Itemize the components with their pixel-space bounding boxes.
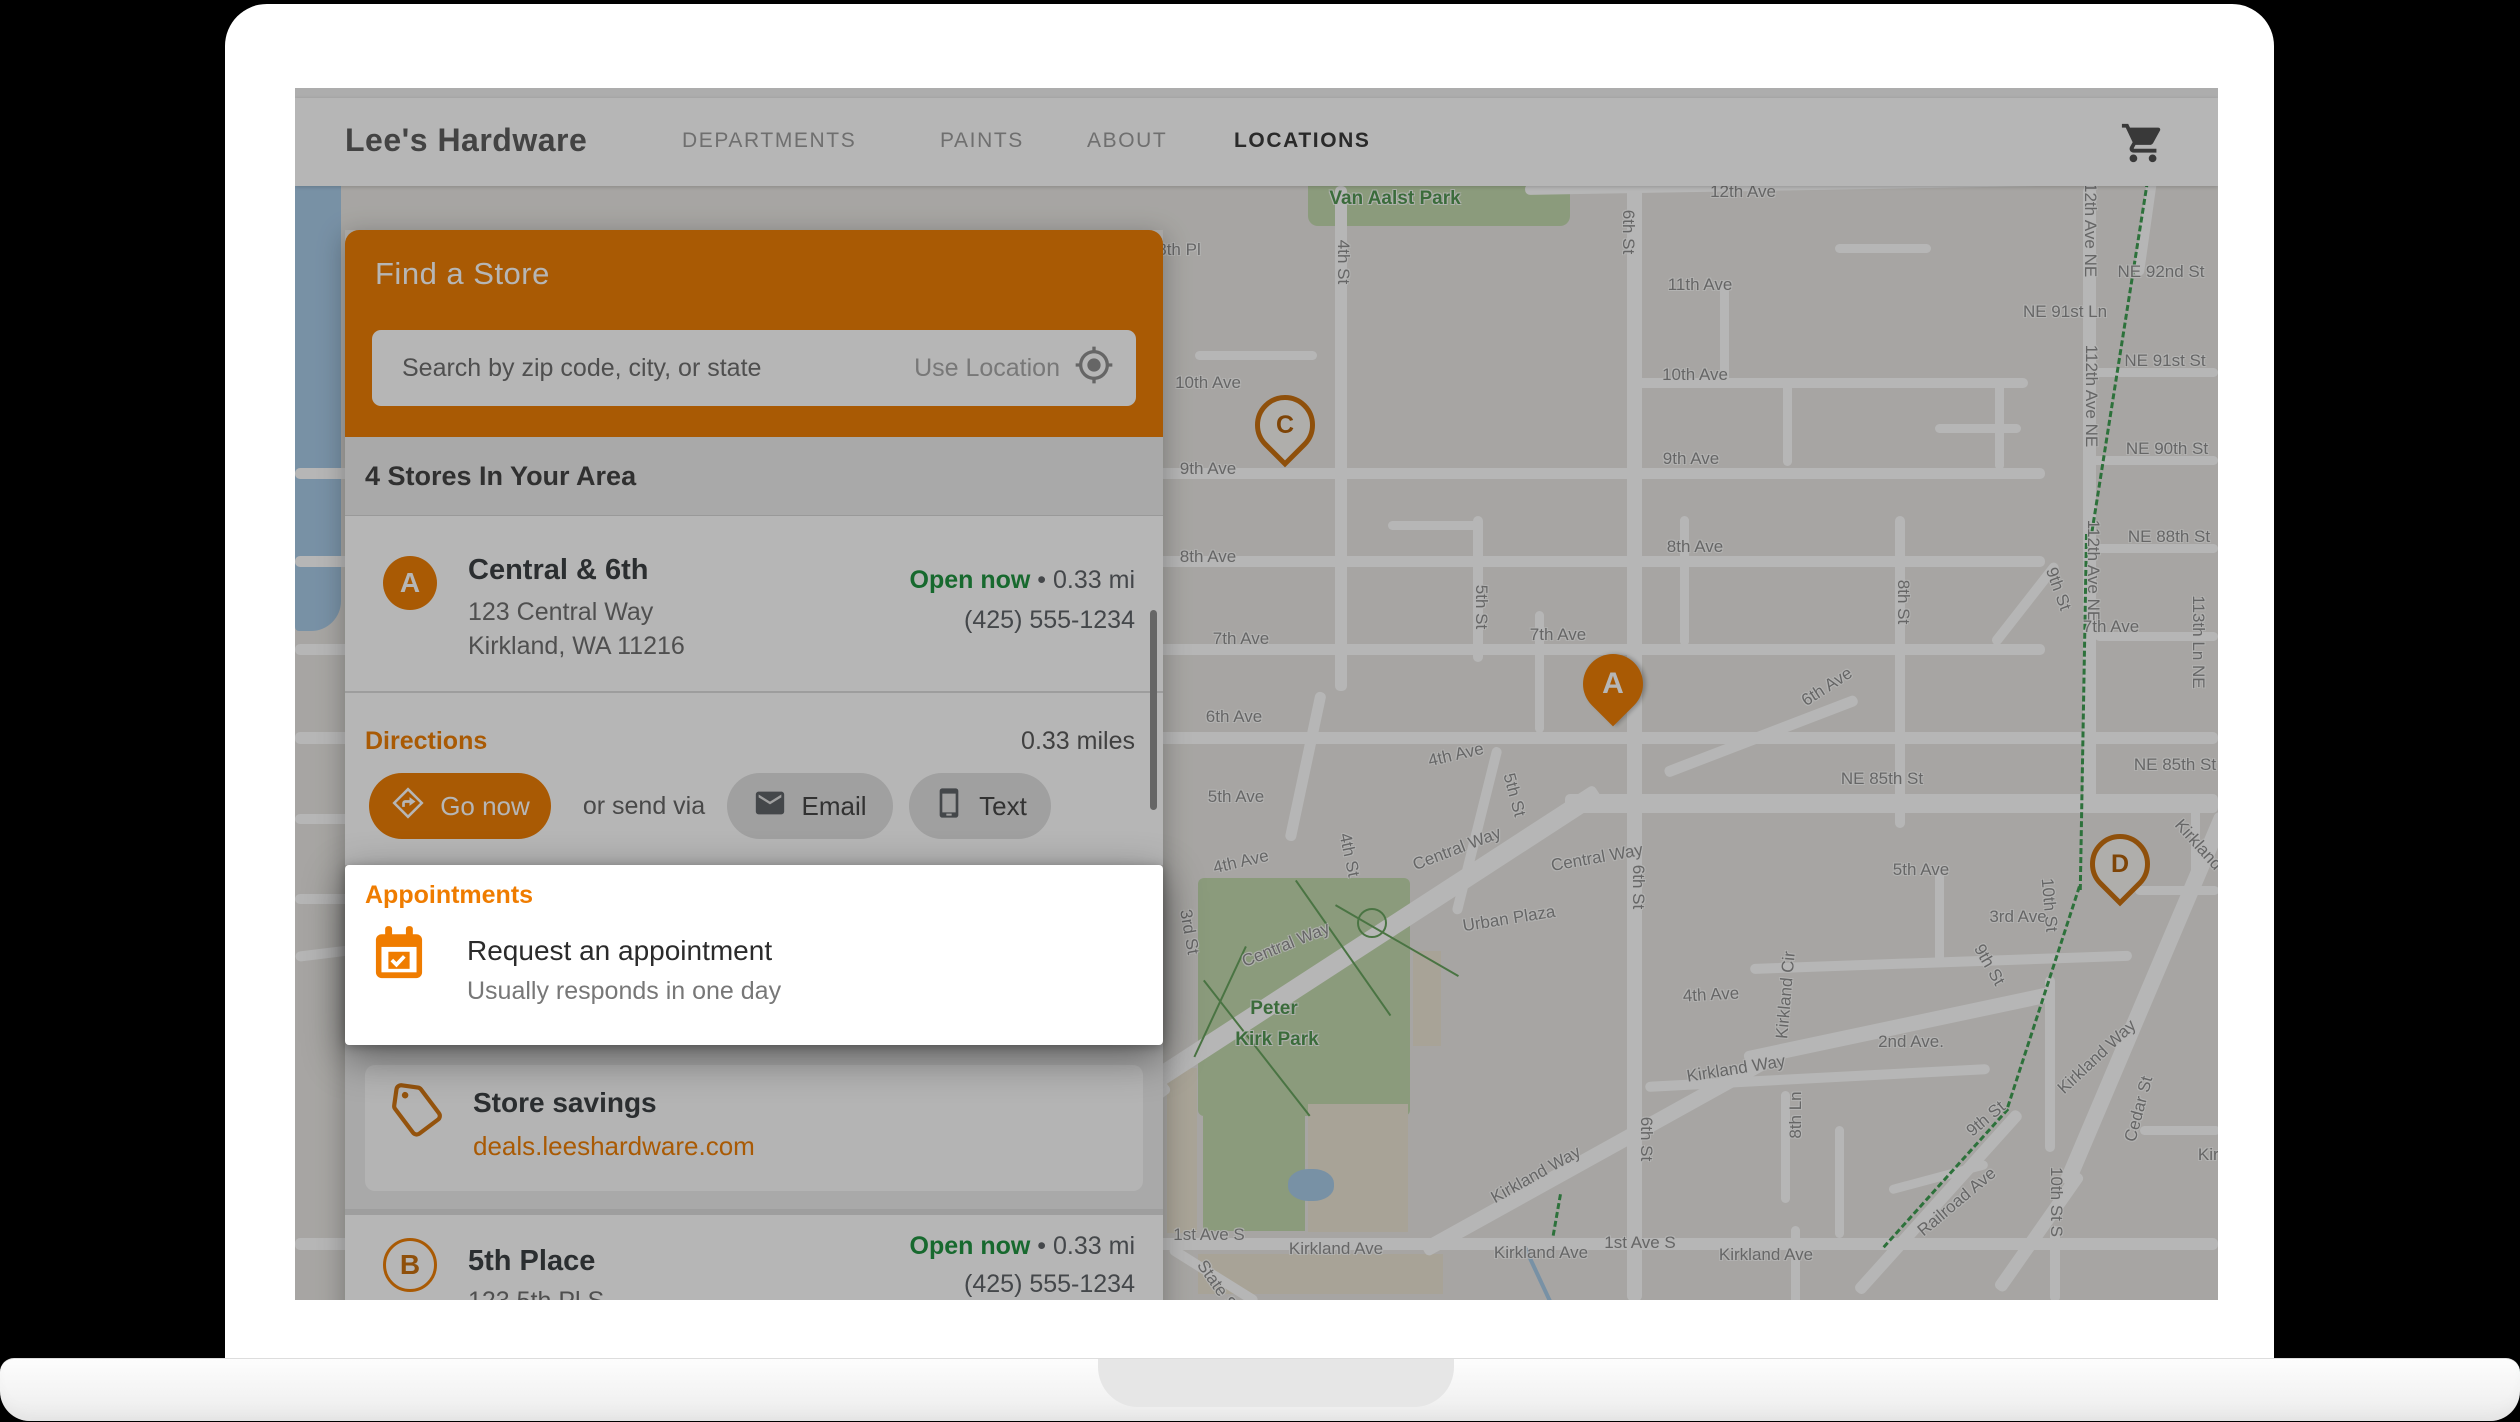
request-appointment-link[interactable]: Request an appointment — [467, 935, 772, 967]
dim-overlay — [295, 88, 2218, 1300]
appointments-section: Appointments Request an appointment Usua… — [345, 865, 1163, 1045]
browser-viewport: Lee's Hardware DEPARTMENTS PAINTS ABOUT … — [295, 88, 2218, 1300]
appointments-label: Appointments — [365, 881, 533, 910]
appointment-response-note: Usually responds in one day — [467, 977, 781, 1006]
stage: Lee's Hardware DEPARTMENTS PAINTS ABOUT … — [0, 0, 2520, 1422]
calendar-check-icon — [371, 925, 427, 990]
laptop-notch — [1098, 1359, 1454, 1407]
